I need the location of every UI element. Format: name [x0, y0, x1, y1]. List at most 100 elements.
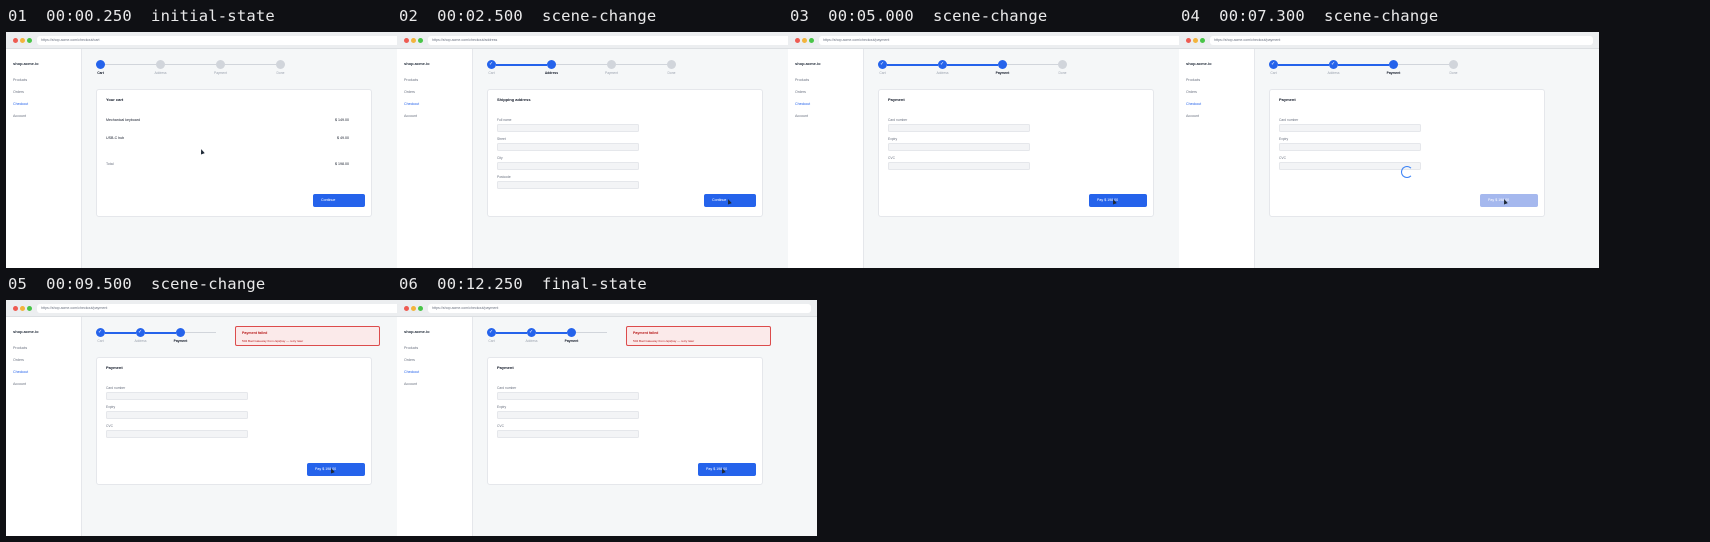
postcode-input[interactable]: [497, 181, 639, 189]
cvc-input[interactable]: [497, 430, 639, 438]
sidebar-item-orders[interactable]: Orders: [404, 90, 415, 94]
primary-button[interactable]: Continue: [313, 194, 365, 207]
minimize-window-icon[interactable]: [20, 38, 25, 43]
checkout-stepper: ✓ Cart ✓ Address Payment: [96, 328, 225, 344]
close-window-icon[interactable]: [1186, 38, 1191, 43]
alert-title: Payment failed: [242, 331, 268, 335]
step-address: ✓: [1329, 60, 1338, 69]
address-bar[interactable]: https://shop.acme.com/checkout/payment: [819, 36, 1202, 45]
sidebar: shop.acme.io Products Orders Checkout Accoun…: [6, 49, 82, 268]
pay-button[interactable]: Pay $ 198.00: [1480, 194, 1538, 207]
full-name-input[interactable]: [497, 124, 639, 132]
card-number-input[interactable]: [1279, 124, 1421, 132]
sidebar-item-products[interactable]: Products: [404, 78, 418, 82]
cvc-input[interactable]: [106, 430, 248, 438]
expiry-input[interactable]: [888, 143, 1030, 151]
close-window-icon[interactable]: [795, 38, 800, 43]
card-number-input[interactable]: [106, 392, 248, 400]
sidebar-item-checkout[interactable]: Checkout: [795, 102, 810, 106]
sidebar-item-orders[interactable]: Orders: [795, 90, 806, 94]
error-alert: Payment failed 502 Bad Gateway from /api/…: [626, 326, 771, 346]
alert-title: Payment failed: [633, 331, 659, 335]
cvc-input[interactable]: [1279, 162, 1421, 170]
sidebar-item-account[interactable]: Account: [1186, 114, 1199, 118]
step-label: Done: [1058, 71, 1067, 75]
sidebar-item-account[interactable]: Account: [13, 382, 26, 386]
frame-timestamp: 00:12.250: [437, 275, 523, 293]
step-connector: [225, 64, 276, 65]
close-window-icon[interactable]: [13, 306, 18, 311]
sidebar-item-products[interactable]: Products: [13, 78, 27, 82]
frame-event: scene-change: [542, 7, 657, 25]
step-label: Cart: [488, 339, 495, 343]
card-number-input[interactable]: [497, 392, 639, 400]
expiry-input[interactable]: [1279, 143, 1421, 151]
error-alert: Payment failed 502 Bad Gateway from /api/…: [235, 326, 380, 346]
address-bar[interactable]: https://shop.acme.com/checkout/payment: [37, 304, 420, 313]
sidebar-item-checkout[interactable]: Checkout: [13, 102, 28, 106]
sidebar-item-products[interactable]: Products: [1186, 78, 1200, 82]
address-bar[interactable]: https://shop.acme.com/checkout/payment: [428, 304, 811, 313]
cart-item-price: $ 49.00: [337, 136, 349, 140]
frame-label: 05 00:09.500 scene-change: [8, 275, 265, 295]
card-number-input[interactable]: [888, 124, 1030, 132]
expiry-input[interactable]: [497, 411, 639, 419]
sidebar-item-checkout[interactable]: Checkout: [404, 370, 419, 374]
card-title: Payment: [106, 365, 123, 370]
sidebar-item-account[interactable]: Account: [795, 114, 808, 118]
step-address: ✓: [136, 328, 145, 337]
sidebar-item-account[interactable]: Account: [404, 382, 417, 386]
sidebar-item-orders[interactable]: Orders: [13, 90, 24, 94]
sidebar-item-account[interactable]: Account: [404, 114, 417, 118]
expiry-input[interactable]: [106, 411, 248, 419]
sidebar-item-products[interactable]: Products: [795, 78, 809, 82]
pay-button[interactable]: Pay $ 198.00: [307, 463, 365, 476]
card-title: Payment: [888, 97, 905, 102]
close-window-icon[interactable]: [404, 306, 409, 311]
address-bar[interactable]: https://shop.acme.com/checkout/cart: [37, 36, 420, 45]
sidebar-item-orders[interactable]: Orders: [13, 358, 24, 362]
address-bar[interactable]: https://shop.acme.com/checkout/payment: [1210, 36, 1593, 45]
close-window-icon[interactable]: [13, 38, 18, 43]
maximize-window-icon[interactable]: [809, 38, 814, 43]
minimize-window-icon[interactable]: [411, 306, 416, 311]
maximize-window-icon[interactable]: [27, 306, 32, 311]
sidebar-item-account[interactable]: Account: [13, 114, 26, 118]
sidebar-item-products[interactable]: Products: [404, 346, 418, 350]
maximize-window-icon[interactable]: [1200, 38, 1205, 43]
sidebar-item-checkout[interactable]: Checkout: [13, 370, 28, 374]
step-connector: [536, 332, 567, 334]
maximize-window-icon[interactable]: [418, 306, 423, 311]
step-connector: [556, 64, 607, 65]
city-input[interactable]: [497, 162, 639, 170]
maximize-window-icon[interactable]: [27, 38, 32, 43]
address-bar[interactable]: https://shop.acme.com/checkout/address: [428, 36, 811, 45]
close-window-icon[interactable]: [404, 38, 409, 43]
checkout-stepper: ✓ Cart ✓ Address Payment: [487, 328, 616, 344]
check-icon: ✓: [489, 329, 494, 335]
sidebar-item-orders[interactable]: Orders: [404, 358, 415, 362]
step-connector: [1398, 64, 1449, 65]
check-icon: ✓: [1331, 61, 1336, 67]
pay-button[interactable]: Pay $ 198.00: [698, 463, 756, 476]
sidebar-item-checkout[interactable]: Checkout: [404, 102, 419, 106]
sidebar-item-orders[interactable]: Orders: [1186, 90, 1197, 94]
minimize-window-icon[interactable]: [411, 38, 416, 43]
sidebar-item-products[interactable]: Products: [13, 346, 27, 350]
step-address: [547, 60, 556, 69]
step-payment: [998, 60, 1007, 69]
step-label: Done: [667, 71, 676, 75]
minimize-window-icon[interactable]: [20, 306, 25, 311]
step-cart: ✓: [487, 328, 496, 337]
step-label: Address: [154, 71, 167, 75]
cvc-input[interactable]: [888, 162, 1030, 170]
street-input[interactable]: [497, 143, 639, 151]
pay-button[interactable]: Pay $ 198.00: [1089, 194, 1147, 207]
sidebar-item-checkout[interactable]: Checkout: [1186, 102, 1201, 106]
brand-logo: shop.acme.io: [404, 329, 430, 334]
checkout-stepper: ✓ Cart Address Payment Done: [487, 60, 676, 76]
maximize-window-icon[interactable]: [418, 38, 423, 43]
minimize-window-icon[interactable]: [1193, 38, 1198, 43]
minimize-window-icon[interactable]: [802, 38, 807, 43]
check-icon: ✓: [529, 329, 534, 335]
